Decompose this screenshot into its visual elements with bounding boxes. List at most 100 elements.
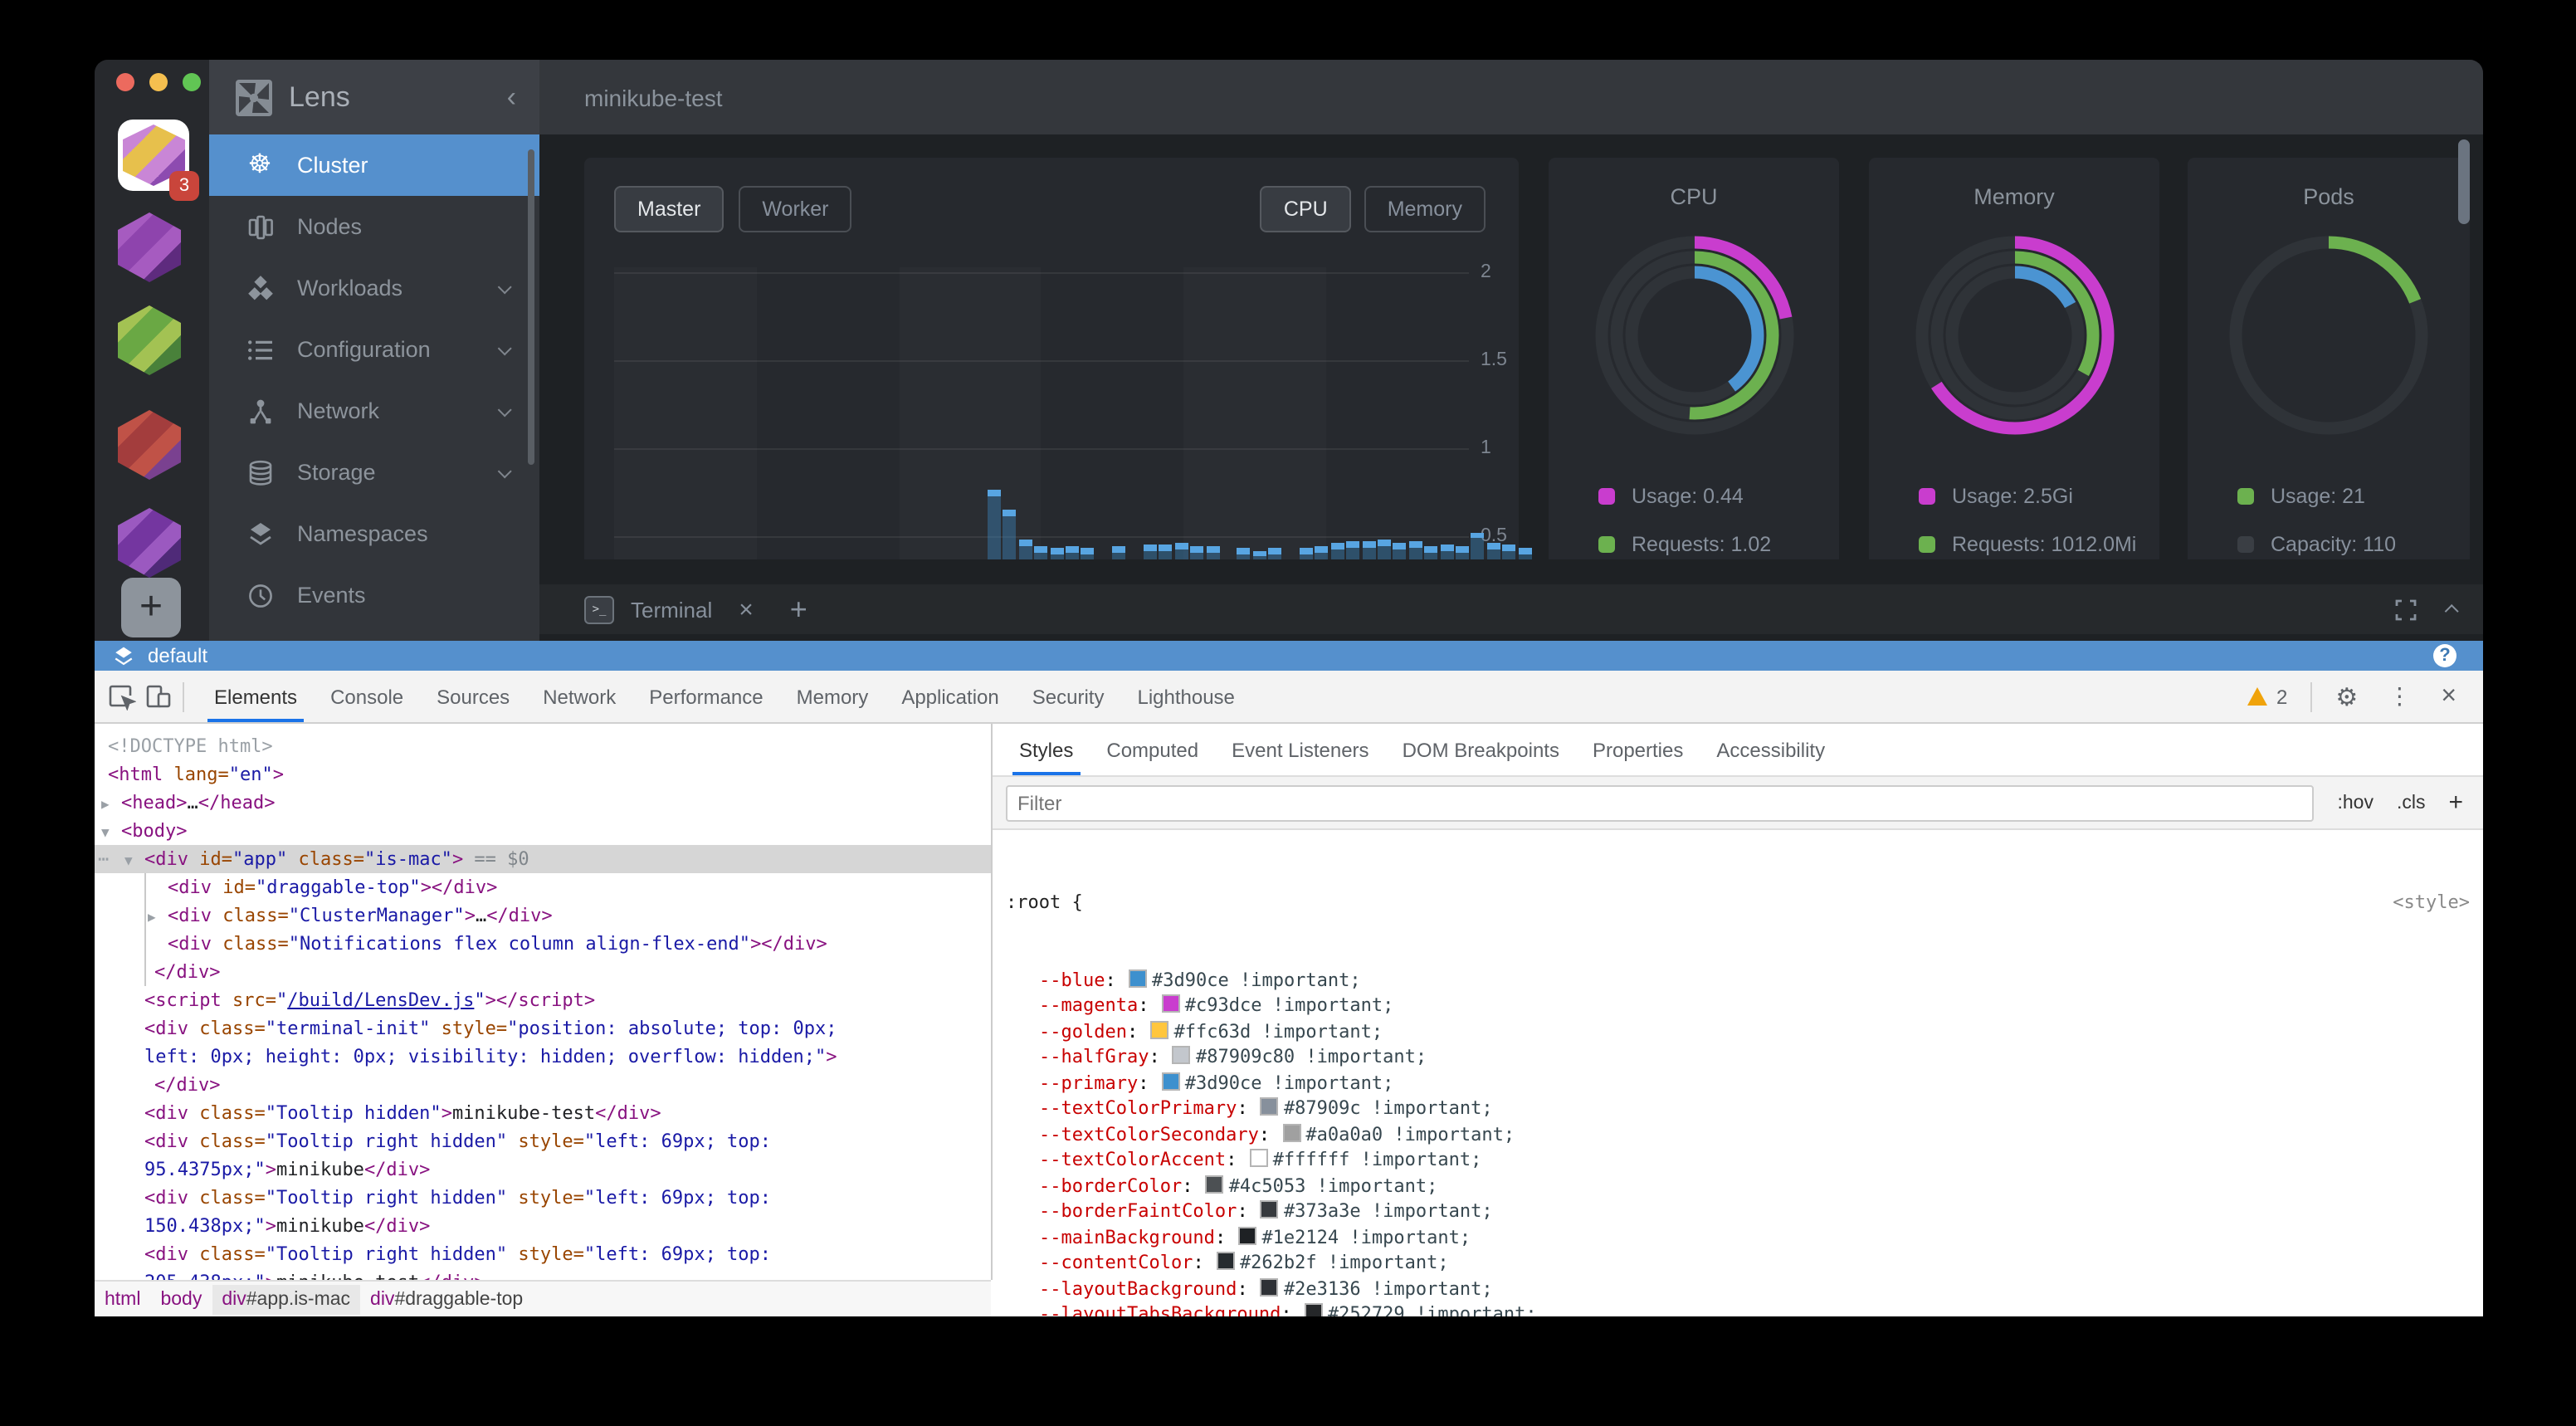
toggle-hover-state-button[interactable]: :hov [2337,793,2374,813]
sidebar-item-cluster[interactable]: ☸Cluster [209,134,539,196]
devtools-tab-memory[interactable]: Memory [780,671,886,722]
sidebar-item-storage[interactable]: Storage [209,442,539,503]
sidebar-item-network[interactable]: Network [209,380,539,442]
color-swatch[interactable] [1217,1252,1235,1270]
css-property[interactable]: --textColorPrimary: #87909c !important; [1006,1096,2470,1121]
dom-tree-line[interactable]: <script src="/build/LensDev.js"></script… [95,986,991,1014]
dom-tree-line[interactable]: ▶<div class="ClusterManager">…</div> [95,901,991,930]
chevron-down-icon[interactable] [497,280,512,295]
more-actions-icon[interactable]: ⋯ [98,845,109,873]
cluster-icon[interactable] [118,410,189,481]
dom-tree-line[interactable]: ▼<body> [95,817,991,845]
dom-tree-line[interactable]: <div class="Notifications flex column al… [95,930,991,958]
chart-bar[interactable] [1144,545,1157,559]
chart-bar[interactable] [1346,541,1359,559]
chart-bar[interactable] [1190,547,1203,559]
color-swatch[interactable] [1261,1200,1279,1218]
dom-tree-line[interactable]: 150.438px;">minikube</div> [95,1212,991,1240]
collapse-arrow-icon[interactable]: ▼ [101,818,110,847]
dom-tree-line[interactable]: </div> [95,958,991,986]
dom-tree-line[interactable]: <div class="Tooltip right hidden" style=… [95,1184,991,1212]
dom-tree-line[interactable]: <html lang="en"> [95,760,991,789]
css-property[interactable]: --magenta: #c93dce !important; [1006,993,2470,1018]
css-property[interactable]: --layoutBackground: #2e3136 !important; [1006,1276,2470,1301]
dom-tree-line[interactable]: <div class="Tooltip right hidden" style=… [95,1127,991,1155]
chart-bar[interactable] [1081,549,1095,559]
dom-tree-line[interactable]: 95.4375px;">minikube</div> [95,1155,991,1184]
chart-bar[interactable] [1315,547,1329,559]
chart-bar[interactable] [1034,547,1047,559]
devtools-tab-sources[interactable]: Sources [420,671,526,722]
breadcrumb-item[interactable]: body [150,1285,212,1315]
styles-tab-dom-breakpoints[interactable]: DOM Breakpoints [1386,724,1576,775]
device-toolbar-icon[interactable] [139,678,176,715]
breadcrumb-item[interactable]: html [95,1285,150,1315]
color-swatch[interactable] [1150,1020,1168,1038]
expand-arrow-icon[interactable]: ▶ [101,790,110,818]
namespace-label[interactable]: default [148,644,207,667]
css-property[interactable]: --borderColor: #4c5053 !important; [1006,1173,2470,1199]
devtools-close-icon[interactable]: × [2427,681,2470,711]
styles-tab-styles[interactable]: Styles [1003,724,1090,775]
dom-tree-line[interactable]: left: 0px; height: 0px; visibility: hidd… [95,1043,991,1071]
css-property[interactable]: --halfGray: #87909c80 !important; [1006,1044,2470,1070]
chart-bar[interactable] [1268,549,1281,559]
breadcrumb-item[interactable]: div#app.is-mac [212,1285,360,1315]
collapse-arrow-icon[interactable]: ▼ [124,847,133,875]
css-source-link[interactable]: <style> [2393,890,2470,916]
chart-bar[interactable] [1456,547,1469,559]
styles-filter-input[interactable] [1006,784,2314,821]
dom-tree-line[interactable]: <!DOCTYPE html> [95,732,991,760]
color-swatch[interactable] [1261,1097,1279,1116]
help-button[interactable]: ? [2433,644,2456,667]
new-style-rule-button[interactable]: + [2448,789,2463,817]
dom-tree-line[interactable]: <div class="Tooltip right hidden" style=… [95,1240,991,1268]
chart-bar[interactable] [1300,549,1313,559]
chart-bar[interactable] [1331,543,1344,559]
sidebar-item-configuration[interactable]: Configuration [209,319,539,380]
devtools-tab-lighthouse[interactable]: Lighthouse [1120,671,1251,722]
minimize-window-button[interactable] [149,73,168,91]
devtools-tab-application[interactable]: Application [885,671,1015,722]
dom-tree-line[interactable]: ⋯▼<div id="app" class="is-mac"> == $0 [95,845,991,873]
sidebar-scrollbar[interactable] [528,149,534,465]
devtools-tab-network[interactable]: Network [526,671,632,722]
chart-bar[interactable] [1253,550,1266,559]
chart-bar[interactable] [1502,545,1515,559]
terminal-tab-label[interactable]: Terminal [631,597,712,622]
chart-bar[interactable] [1487,543,1500,559]
zoom-window-button[interactable] [183,73,201,91]
chart-bar[interactable] [1440,545,1453,559]
chart-bar[interactable] [1003,510,1017,559]
css-property[interactable]: --blue: #3d90ce !important; [1006,967,2470,993]
color-swatch[interactable] [1238,1226,1256,1244]
dom-tree-line[interactable]: <div id="draggable-top"></div> [95,873,991,901]
devtools-tab-performance[interactable]: Performance [632,671,779,722]
css-property[interactable]: --layoutTabsBackground: #252729 !importa… [1006,1301,2470,1316]
chart-bar[interactable] [1518,549,1531,559]
styles-tab-event-listeners[interactable]: Event Listeners [1215,724,1385,775]
devtools-settings-icon[interactable]: ⚙ [2322,681,2371,711]
main-scrollbar[interactable] [2458,139,2470,224]
devtools-tab-security[interactable]: Security [1016,671,1121,722]
chart-bar[interactable] [1019,540,1032,559]
devtools-menu-icon[interactable]: ⋮ [2374,682,2424,711]
devtools-tab-elements[interactable]: Elements [198,671,314,722]
css-property[interactable]: --golden: #ffc63d !important; [1006,1018,2470,1044]
sidebar-item-namespaces[interactable]: Namespaces [209,503,539,564]
expand-arrow-icon[interactable]: ▶ [148,903,156,931]
dom-tree-line[interactable]: ▶<head>…</head> [95,789,991,817]
inspect-element-icon[interactable] [103,678,139,715]
toggle-classes-button[interactable]: .cls [2397,793,2426,813]
color-swatch[interactable] [1282,1123,1300,1141]
css-selector[interactable]: :root { [1006,890,2393,916]
expand-dock-icon[interactable] [2395,598,2417,620]
dom-tree-line[interactable]: <div class="Tooltip hidden">minikube-tes… [95,1099,991,1127]
raise-dock-icon[interactable] [2444,604,2459,619]
color-swatch[interactable] [1305,1303,1323,1316]
close-window-button[interactable] [116,73,134,91]
new-terminal-icon[interactable]: + [790,592,807,627]
color-swatch[interactable] [1206,1174,1224,1193]
add-cluster-button[interactable]: + [121,578,181,637]
chart-bar[interactable] [1237,549,1251,559]
